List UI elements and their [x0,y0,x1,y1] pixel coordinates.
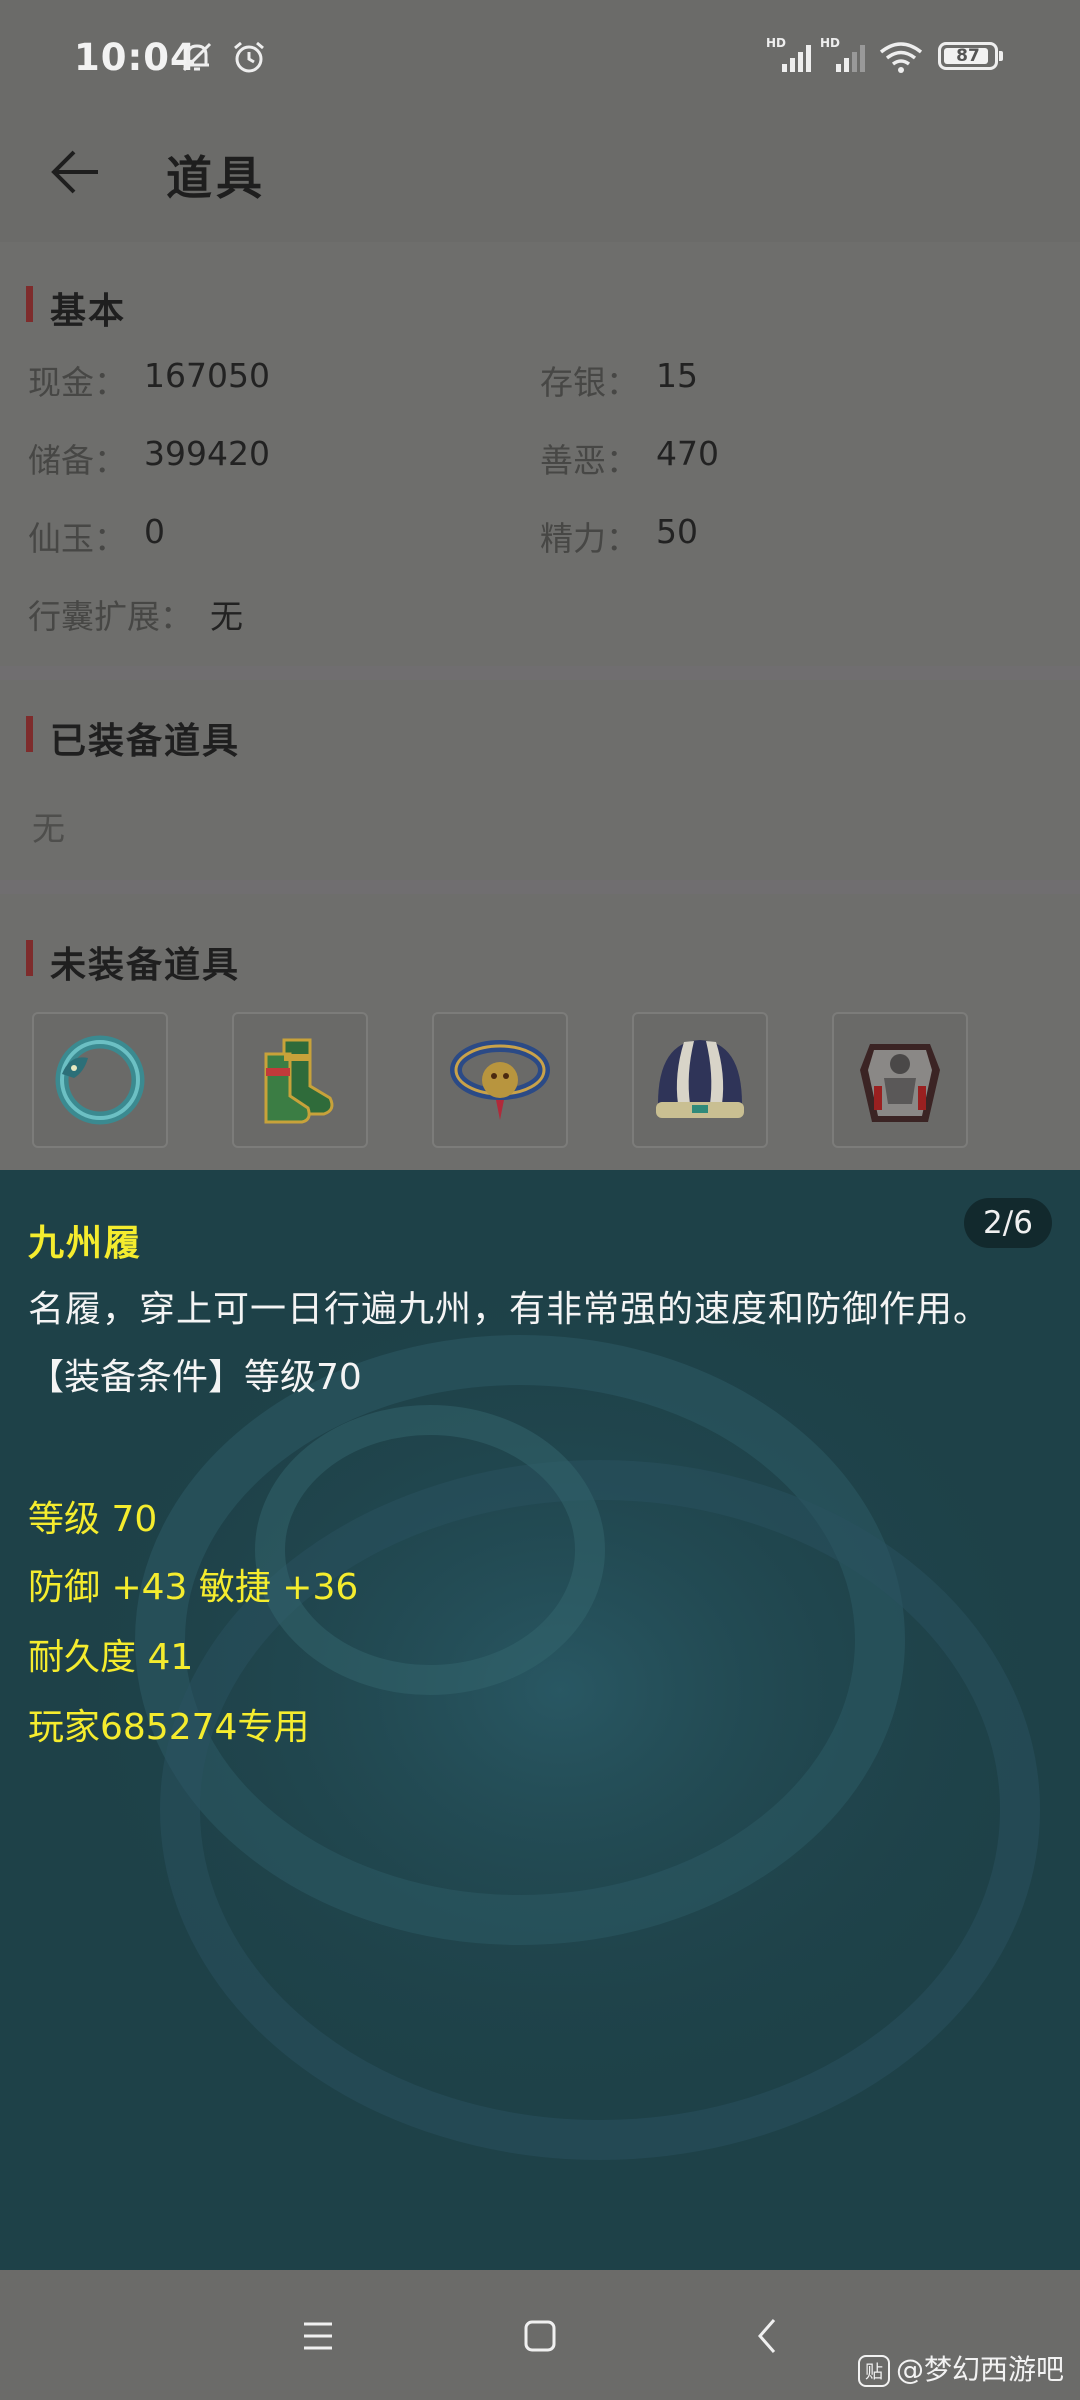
back-chevron-icon[interactable] [746,2314,790,2358]
menu-icon[interactable] [296,2314,340,2358]
watermark-text: @梦幻西游吧 [895,2353,1064,2386]
jade-label: 仙玉： [28,519,127,558]
watermark: 贴 @梦幻西游吧 [857,2348,1064,2388]
section-divider [0,666,1080,680]
section-title: 已装备道具 [50,721,241,762]
item-requirement: 【装备条件】等级70 [28,1357,362,1398]
item-tooltip: 2/6 九州履 名履，穿上可一日行遍九州，有非常强的速度和防御作用。 【装备条件… [0,1170,1080,2270]
tieba-logo-icon: 贴 [857,2355,890,2387]
item-slot[interactable] [832,1012,968,1148]
energy-label: 精力： [540,519,639,558]
bell-off-icon [182,42,212,72]
basic-section: 基本 现金： 167050 存银： 15 储备： 399420 善恶： 470 … [0,242,1080,666]
alarm-icon [234,41,264,73]
item-slot[interactable] [632,1012,768,1148]
item-name: 九州履 [28,1223,143,1264]
back-arrow-icon[interactable] [48,144,104,200]
karma-label: 善恶： [540,441,639,480]
boots-icon [264,1038,334,1124]
bag-expansion-value: 无 [210,597,243,636]
dragon-bracelet-icon [55,1035,145,1125]
home-square-icon[interactable] [518,2314,562,2358]
wifi-icon [879,42,923,73]
item-stat-attributes: 防御 +43 敏捷 +36 [28,1567,359,1608]
cash-label: 现金： [28,363,127,402]
status-bar: 10:04 HD HD 87 [0,0,1080,118]
item-stat-owner: 玩家685274专用 [28,1707,310,1748]
page-indicator-badge: 2/6 [964,1198,1052,1248]
item-stat-durability: 耐久度 41 [28,1637,194,1678]
karma-value: 470 [656,434,719,473]
armor-icon [860,1044,940,1122]
system-nav-bar: 贴 @梦幻西游吧 [0,2270,1080,2400]
helmet-icon [656,1040,744,1118]
app-bar: 道具 [0,118,1080,242]
section-accent-bar [26,940,33,976]
savings-value: 15 [656,356,698,395]
equipped-section: 已装备道具 无 [0,680,1080,880]
equipped-empty-text: 无 [32,809,65,848]
battery-icon: 87 [938,42,1003,70]
item-slot[interactable] [432,1012,568,1148]
section-divider [0,880,1080,894]
item-slot[interactable] [32,1012,168,1148]
reserve-value: 399420 [144,434,270,473]
item-slot[interactable] [232,1012,368,1148]
jade-value: 0 [144,512,165,551]
section-accent-bar [26,716,33,752]
demon-belt-icon [450,1040,550,1120]
item-description: 名履，穿上可一日行遍九州，有非常强的速度和防御作用。 [28,1289,991,1330]
section-title: 未装备道具 [50,945,241,986]
item-stat-level: 等级 70 [28,1499,158,1540]
reserve-label: 储备： [28,441,127,480]
cell-signal-2-icon: HD [820,36,870,76]
cash-value: 167050 [144,356,270,395]
cell-signal-1-icon: HD [766,36,816,76]
energy-value: 50 [656,512,698,551]
bag-expansion-label: 行囊扩展： [28,597,193,636]
savings-label: 存银： [540,363,639,402]
page-title: 道具 [166,151,266,205]
section-accent-bar [26,286,33,322]
section-title: 基本 [50,291,127,332]
